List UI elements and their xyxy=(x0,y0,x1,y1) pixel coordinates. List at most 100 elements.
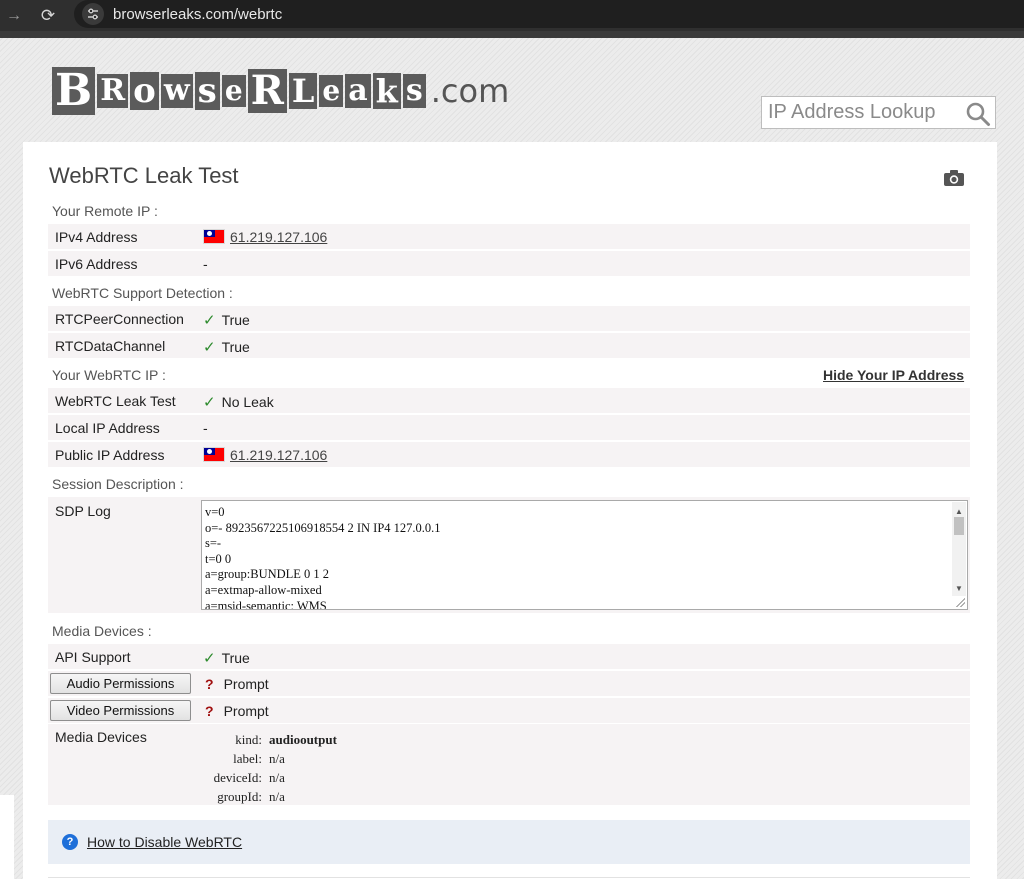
divider xyxy=(48,877,970,878)
address-bar[interactable]: browserleaks.com/webrtc xyxy=(74,0,1024,28)
device-field-key: groupId: xyxy=(217,789,262,804)
sdp-line: a=extmap-allow-mixed xyxy=(205,582,322,597)
search-icon[interactable] xyxy=(965,101,991,127)
site-logo[interactable]: B R o w s e R L e a k s .com xyxy=(52,62,514,120)
ip-lookup-search xyxy=(761,96,996,129)
sdp-scrollbar[interactable]: ▲ ▼ xyxy=(952,502,966,596)
logo-letter: R xyxy=(97,74,129,108)
local-ip-value: - xyxy=(203,420,208,436)
data-channel-value: True xyxy=(221,339,250,355)
hide-ip-link[interactable]: Hide Your IP Address xyxy=(823,367,964,383)
ip-lookup-input[interactable] xyxy=(762,97,957,128)
peer-connection-value: True xyxy=(221,312,250,328)
how-to-disable-box: ? How to Disable WebRTC xyxy=(48,820,970,864)
video-permissions-row: Video Permissions ? Prompt xyxy=(48,698,970,723)
peer-connection-row: RTCPeerConnection ✓ True xyxy=(48,306,970,331)
logo-letter: s xyxy=(402,74,426,108)
ipv4-row: IPv4 Address 61.219.127.106 xyxy=(48,224,970,249)
media-devices-table: kind: audiooutput label: n/a deviceId: n… xyxy=(200,730,337,806)
device-field-value: n/a xyxy=(269,751,285,766)
device-field-value: n/a xyxy=(269,770,285,785)
side-window-fragment xyxy=(0,795,14,879)
sdp-line: v=0 xyxy=(205,505,225,519)
device-field-value: n/a xyxy=(269,789,285,804)
sdp-line: a=msid-semantic: WMS xyxy=(205,598,327,610)
logo-letter: s xyxy=(194,72,220,110)
api-support-value: True xyxy=(221,650,250,666)
sdp-log-textarea[interactable]: v=0 o=- 8923567225106918554 2 IN IP4 127… xyxy=(201,500,968,610)
device-field: kind: audiooutput xyxy=(200,730,337,749)
device-field: label: n/a xyxy=(200,749,337,768)
taiwan-flag-icon xyxy=(203,447,225,462)
device-field: deviceId: n/a xyxy=(200,768,337,787)
scroll-down-icon[interactable]: ▼ xyxy=(955,581,963,597)
ipv4-link[interactable]: 61.219.127.106 xyxy=(230,229,327,245)
ipv6-value: - xyxy=(203,256,208,272)
peer-connection-key: RTCPeerConnection xyxy=(55,311,184,327)
audio-permissions-button[interactable]: Audio Permissions xyxy=(50,673,191,694)
webrtc-ip-section-label: Your WebRTC IP : xyxy=(52,367,166,383)
logo-letter: a xyxy=(345,74,371,108)
help-icon: ? xyxy=(62,834,78,850)
check-icon: ✓ xyxy=(203,650,216,667)
public-ip-link[interactable]: 61.219.127.106 xyxy=(230,447,327,463)
main-panel: WebRTC Leak Test Your Remote IP : IPv4 A… xyxy=(23,142,997,879)
ipv4-key: IPv4 Address xyxy=(55,229,138,245)
public-ip-row: Public IP Address 61.219.127.106 xyxy=(48,442,970,467)
data-channel-row: RTCDataChannel ✓ True xyxy=(48,333,970,358)
check-icon: ✓ xyxy=(203,312,216,329)
reload-icon[interactable]: ⟳ xyxy=(38,6,58,26)
resize-grip-icon[interactable] xyxy=(955,597,965,607)
url-text[interactable]: browserleaks.com/webrtc xyxy=(113,6,282,23)
device-field-value: audiooutput xyxy=(269,732,337,747)
video-permissions-button[interactable]: Video Permissions xyxy=(50,700,191,721)
sdp-row: SDP Log v=0 o=- 8923567225106918554 2 IN… xyxy=(48,497,970,613)
device-field: groupId: n/a xyxy=(200,787,337,806)
back-arrow-icon[interactable]: → xyxy=(4,6,24,26)
public-ip-key: Public IP Address xyxy=(55,447,165,463)
camera-icon[interactable] xyxy=(943,169,965,187)
logo-tail: .com xyxy=(430,72,510,110)
ipv6-row: IPv6 Address - xyxy=(48,251,970,276)
ipv6-key: IPv6 Address xyxy=(55,256,138,272)
page-title: WebRTC Leak Test xyxy=(49,163,239,188)
media-devices-row: Media Devices kind: audiooutput label: n… xyxy=(48,724,970,805)
how-to-disable-link[interactable]: How to Disable WebRTC xyxy=(87,834,242,850)
local-ip-row: Local IP Address - xyxy=(48,415,970,440)
sdp-line: t=0 0 xyxy=(205,551,232,566)
logo-letter: R xyxy=(247,69,287,113)
local-ip-key: Local IP Address xyxy=(55,420,160,436)
data-channel-key: RTCDataChannel xyxy=(55,338,166,354)
api-support-row: API Support ✓ True xyxy=(48,644,970,669)
session-section-label: Session Description : xyxy=(52,476,184,492)
audio-permission-value: Prompt xyxy=(223,676,269,692)
logo-letter: w xyxy=(160,74,193,108)
media-devices-key: Media Devices xyxy=(55,729,147,745)
toolbar-divider xyxy=(0,31,1024,38)
leak-test-row: WebRTC Leak Test ✓ No Leak xyxy=(48,388,970,413)
logo-letter: o xyxy=(130,72,159,110)
support-section-label: WebRTC Support Detection : xyxy=(52,285,233,301)
question-icon: ? xyxy=(205,676,214,692)
check-icon: ✓ xyxy=(203,339,216,356)
device-field-key: deviceId: xyxy=(213,770,262,785)
logo-letter: B xyxy=(52,67,96,115)
api-support-key: API Support xyxy=(55,649,131,665)
remote-ip-section-label: Your Remote IP : xyxy=(52,203,158,219)
device-field-key: kind: xyxy=(235,732,262,747)
logo-letter: L xyxy=(288,73,318,109)
sdp-line: a=group:BUNDLE 0 1 2 xyxy=(205,567,330,582)
audio-permissions-row: Audio Permissions ? Prompt xyxy=(48,671,970,696)
logo-letter: e xyxy=(319,75,344,107)
sdp-key: SDP Log xyxy=(55,503,111,519)
check-icon: ✓ xyxy=(203,394,216,411)
scroll-thumb[interactable] xyxy=(954,517,964,535)
video-permission-value: Prompt xyxy=(223,703,269,719)
site-settings-icon[interactable] xyxy=(82,3,104,25)
leak-test-value: No Leak xyxy=(221,394,274,410)
sdp-line: s=- xyxy=(205,536,222,551)
logo-letter: e xyxy=(221,75,246,107)
logo-letter: k xyxy=(372,73,401,109)
question-icon: ? xyxy=(205,703,214,719)
taiwan-flag-icon xyxy=(203,229,225,244)
